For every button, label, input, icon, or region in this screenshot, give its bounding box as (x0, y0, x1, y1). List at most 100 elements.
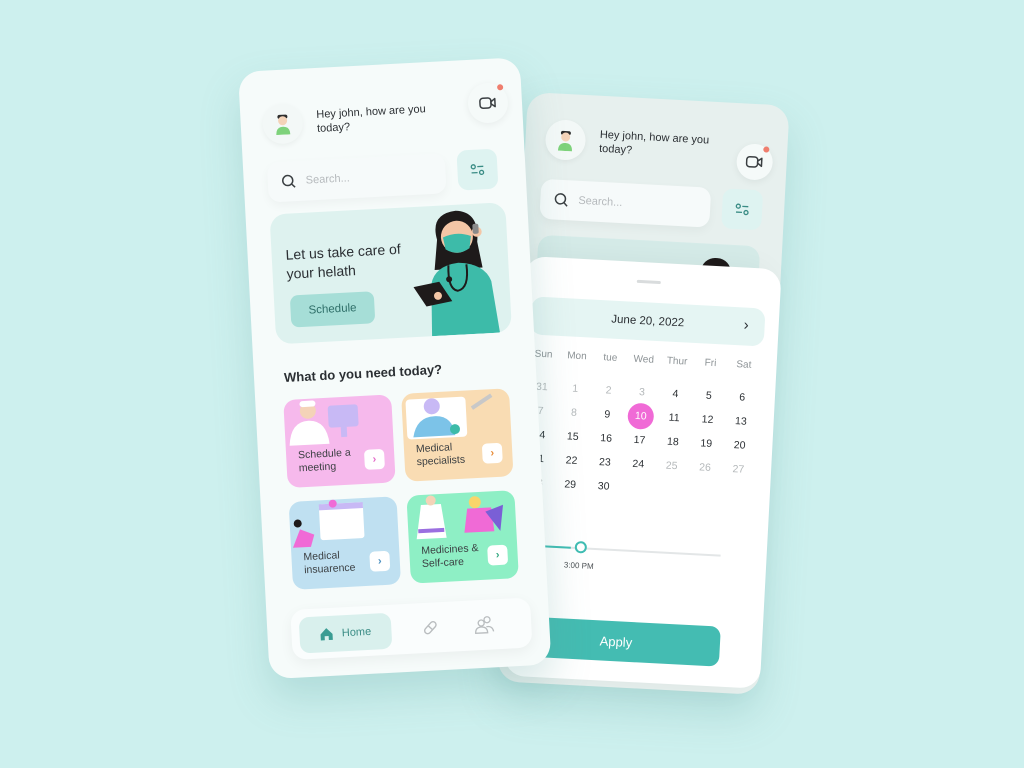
calendar-day[interactable]: 12 (690, 411, 724, 429)
drag-handle[interactable] (636, 279, 661, 285)
search-input[interactable]: Search... (266, 153, 447, 203)
chevron-right-icon[interactable]: › (481, 442, 503, 464)
notification-dot (497, 84, 504, 91)
month-selector[interactable]: June 20, 2022 › (529, 296, 766, 347)
chevron-right-icon[interactable]: › (487, 544, 509, 566)
front-header: Hey john, how are you today? (261, 95, 448, 145)
weekday-label: tue (603, 352, 618, 364)
day-number: 1 (572, 382, 579, 395)
calendar-day[interactable]: 3 (625, 383, 659, 401)
day-number: 27 (732, 463, 745, 476)
front-phone-screen: Hey john, how are you today? Search... L… (238, 57, 552, 680)
video-call-button[interactable] (466, 81, 509, 124)
day-number: 12 (701, 413, 714, 427)
day-number: 16 (599, 432, 613, 445)
calendar-day[interactable]: 20 (723, 437, 757, 455)
nav-home[interactable]: Home (298, 612, 393, 654)
category-medical-insurance[interactable]: Medical insuarence › (288, 496, 402, 590)
weekday-label: Sat (736, 359, 752, 371)
calendar-day[interactable]: 16 (589, 430, 623, 448)
search-icon (554, 193, 568, 207)
day-number: 8 (570, 406, 578, 419)
calendar-day[interactable]: 26 (688, 459, 722, 477)
avatar[interactable] (261, 102, 304, 145)
calendar-day[interactable]: 1 (558, 380, 592, 398)
calendar-day[interactable]: 15 (556, 428, 590, 446)
day-number: 15 (566, 430, 579, 443)
calendar-day-selected[interactable]: 10 (624, 402, 658, 430)
filter-button[interactable] (456, 148, 499, 191)
calendar-day[interactable]: 6 (725, 389, 759, 407)
calendar-day[interactable]: 23 (588, 454, 622, 472)
day-number: 18 (666, 435, 680, 449)
category-medical-specialists[interactable]: Medical specialists › (401, 388, 514, 482)
calendar-day[interactable]: 5 (692, 387, 726, 405)
category-schedule-meeting[interactable]: Schedule a meeting › (283, 394, 396, 488)
category-label: Medical insuarence (303, 549, 356, 577)
category-label: Schedule a meeting (297, 446, 351, 475)
calendar-day[interactable]: 18 (656, 433, 690, 451)
weekday-label: Thur (666, 355, 688, 368)
calendar-day[interactable]: 24 (621, 455, 655, 473)
day-number: 9 (604, 408, 611, 421)
calendar-day[interactable]: 17 (622, 431, 656, 449)
day-number: 31 (535, 380, 549, 394)
home-icon (320, 628, 334, 641)
day-number: 25 (665, 459, 678, 473)
calendar-grid: 3112345678910111213141516171819202122232… (520, 378, 760, 502)
doctor-video-call-illustration (405, 393, 493, 440)
schedule-button[interactable]: Schedule (289, 291, 376, 328)
weekday-label: Wed (633, 353, 655, 366)
calendar-day[interactable]: 2 (592, 382, 626, 400)
search-placeholder: Search... (578, 194, 623, 210)
calendar-day[interactable]: 11 (657, 409, 691, 427)
back-header: Hey john, how are you today? (544, 119, 731, 169)
day-number: 4 (672, 387, 679, 401)
video-camera-icon (479, 97, 496, 109)
day-number: 10 (627, 402, 655, 430)
day-number: 17 (633, 433, 646, 447)
category-medicines-selfcare[interactable]: Medicines & Self-care › (406, 490, 519, 584)
calendar-day[interactable]: 19 (689, 435, 723, 453)
search-placeholder: Search... (305, 172, 351, 187)
chevron-right-icon[interactable]: › (743, 316, 749, 333)
calendar-day[interactable]: 29 (553, 476, 587, 494)
day-number: 3 (638, 386, 646, 399)
medicines-illustration (416, 495, 504, 540)
chevron-right-icon[interactable]: › (369, 550, 391, 572)
day-number: 19 (700, 437, 713, 450)
calendar-day[interactable]: 8 (557, 404, 591, 422)
weekday-label: Fri (704, 357, 717, 370)
sliders-icon (470, 164, 485, 176)
promo-banner: Let us take care of your helath Schedule (269, 202, 512, 345)
time-end-label: 3:00 PM (563, 560, 594, 571)
category-label: Medicines & Self-care (421, 542, 479, 571)
calendar-day[interactable]: 27 (721, 461, 755, 479)
day-number: 26 (698, 461, 712, 474)
section-title: What do you need today? (283, 361, 443, 385)
calendar-day[interactable]: 22 (554, 452, 588, 470)
video-call-button[interactable] (735, 143, 774, 181)
chevron-right-icon[interactable]: › (363, 448, 385, 470)
banner-title: Let us take care of your helath (285, 240, 402, 282)
avatar[interactable] (544, 119, 587, 162)
user-avatar-icon (557, 130, 572, 152)
notification-dot (763, 146, 770, 153)
day-number: 5 (705, 389, 713, 402)
greeting-text: Hey john, how are you today? (316, 103, 426, 135)
calendar-day[interactable]: 4 (658, 385, 692, 403)
calendar-day[interactable]: 9 (590, 406, 624, 424)
nav-doctors[interactable] (473, 613, 496, 636)
time-end-handle[interactable] (574, 540, 588, 554)
filter-button[interactable] (721, 188, 764, 231)
day-number: 23 (598, 456, 612, 469)
calendar-day[interactable]: 25 (655, 457, 689, 475)
calendar-day[interactable]: 13 (724, 413, 758, 431)
category-label: Medical specialists (415, 441, 466, 469)
nurse-illustration (413, 210, 501, 337)
calendar-day[interactable]: 30 (586, 478, 620, 496)
back-search-input[interactable]: Search... (539, 178, 712, 228)
video-camera-icon (745, 155, 763, 168)
day-number: 20 (733, 439, 746, 452)
nav-medicines[interactable] (419, 616, 442, 639)
